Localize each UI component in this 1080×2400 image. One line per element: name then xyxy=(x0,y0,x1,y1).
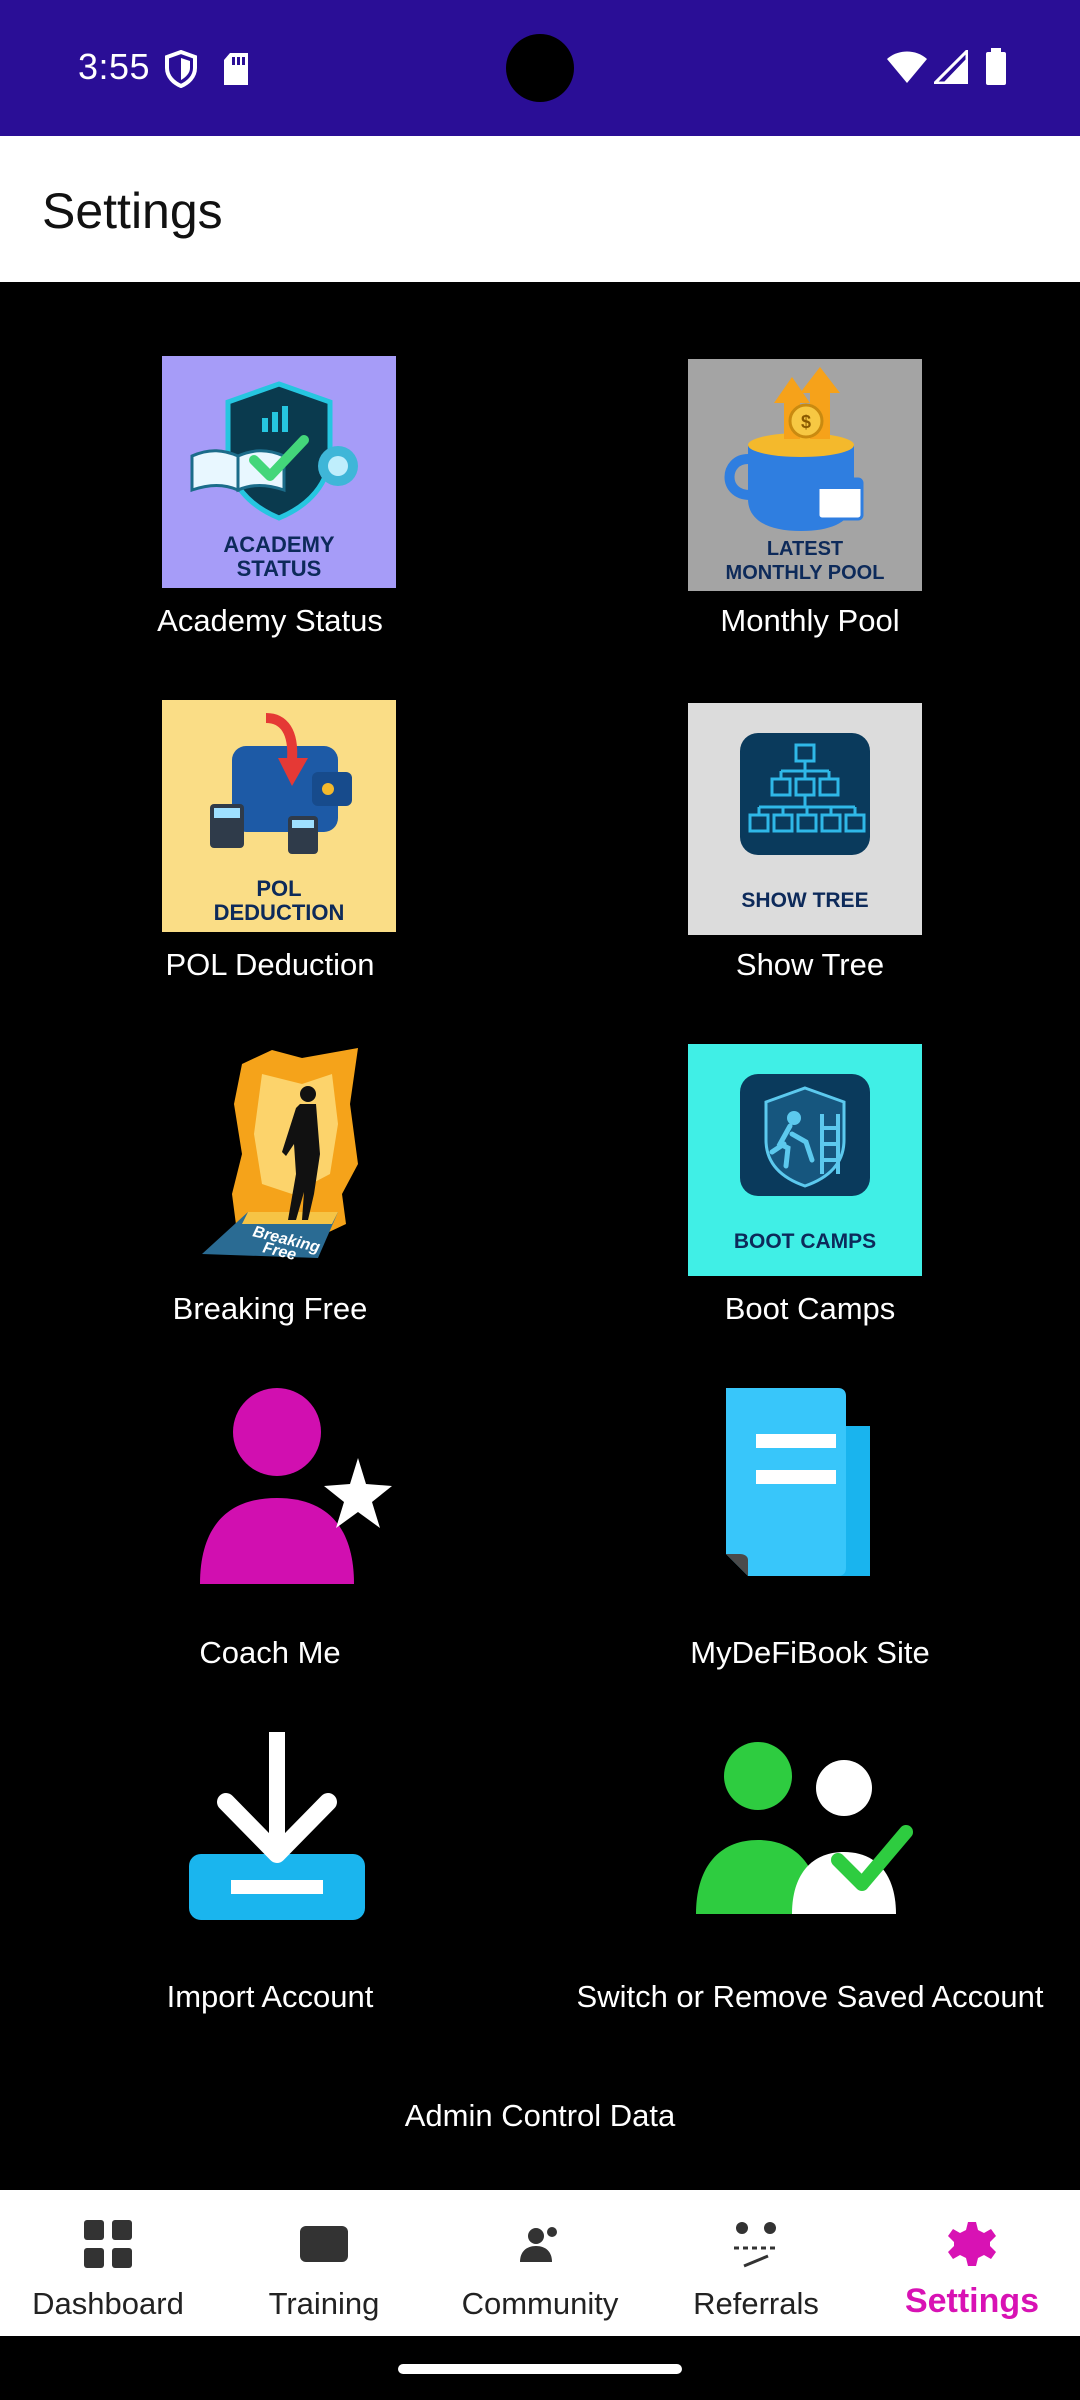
bottom-navigation: Dashboard Training Community Referrals S… xyxy=(0,2190,1080,2336)
nav-settings[interactable]: Settings xyxy=(864,2190,1080,2336)
tile-label: POL Deduction xyxy=(165,947,375,982)
tile-breaking-free[interactable]: Breaking Free Breaking Free xyxy=(0,1044,540,1388)
tile-import-account[interactable]: Import Account xyxy=(0,1732,540,2042)
tile-label: Boot Camps xyxy=(724,1291,896,1326)
breaking-free-image: Breaking Free xyxy=(162,1044,396,1276)
show-tree-image: SHOW TREE xyxy=(688,703,922,935)
tile-switch-account[interactable]: Switch or Remove Saved Account xyxy=(540,1732,1080,2042)
academy-image-text-2: STATUS xyxy=(237,556,322,581)
nav-label: Community xyxy=(461,2286,619,2321)
tile-label: Switch or Remove Saved Account xyxy=(576,1979,1044,2014)
signal-icon xyxy=(934,50,968,84)
monthly-pool-image: $ LATEST MONTHLY POOL xyxy=(688,359,922,591)
nav-referrals[interactable]: Referrals xyxy=(648,2190,864,2336)
tile-monthly-pool[interactable]: $ LATEST MONTHLY POOL Monthly Pool xyxy=(540,356,1080,700)
tile-boot-camps[interactable]: BOOT CAMPS Boot Camps xyxy=(540,1044,1080,1388)
tile-label: Coach Me xyxy=(199,1635,341,1670)
admin-control-data-link[interactable]: Admin Control Data xyxy=(0,2098,1080,2134)
tile-pol-deduction[interactable]: POL DEDUCTION POL Deduction xyxy=(0,700,540,1044)
boot-camps-image-text: BOOT CAMPS xyxy=(734,1230,876,1253)
switch-account-icon xyxy=(696,1742,913,1914)
camera-cutout xyxy=(506,34,574,102)
nav-dashboard[interactable]: Dashboard xyxy=(0,2190,216,2336)
coach-me-icon xyxy=(200,1388,392,1584)
monthly-pool-image-text-2: MONTHLY POOL xyxy=(726,562,885,584)
shield-icon xyxy=(165,50,197,88)
tile-show-tree[interactable]: SHOW TREE Show Tree xyxy=(540,700,1080,1044)
nav-community[interactable]: Community xyxy=(432,2190,648,2336)
dashboard-icon xyxy=(84,2220,132,2268)
tile-label: Breaking Free xyxy=(172,1291,368,1326)
tile-label: Monthly Pool xyxy=(720,603,900,638)
wifi-icon xyxy=(887,51,927,83)
academy-image-text-1: ACADEMY xyxy=(223,532,335,557)
settings-grid: ACADEMY STATUS Academy Status $ LATEST M… xyxy=(0,282,1080,2042)
nav-label: Referrals xyxy=(693,2286,819,2321)
tile-academy-status[interactable]: ACADEMY STATUS Academy Status xyxy=(0,356,540,700)
show-tree-image-text: SHOW TREE xyxy=(741,889,868,912)
tile-mydefibook-site[interactable]: MyDeFiBook Site xyxy=(540,1388,1080,1732)
page-title: Settings xyxy=(42,183,223,239)
nav-label: Dashboard xyxy=(32,2286,184,2321)
svg-text:$: $ xyxy=(801,412,811,432)
status-time: 3:55 xyxy=(78,46,151,87)
settings-icon xyxy=(948,2222,996,2266)
monthly-pool-image-text-1: LATEST xyxy=(767,538,843,560)
sd-card-icon xyxy=(224,53,248,85)
book-icon xyxy=(726,1388,870,1576)
tile-coach-me[interactable]: Coach Me xyxy=(0,1388,540,1732)
community-icon xyxy=(520,2227,557,2262)
battery-icon xyxy=(986,48,1006,85)
pol-image-text-1: POL xyxy=(256,876,301,901)
nav-label: Training xyxy=(268,2286,380,2321)
academy-status-image: ACADEMY STATUS xyxy=(162,356,396,588)
pol-deduction-image: POL DEDUCTION xyxy=(162,700,396,932)
tile-label: Show Tree xyxy=(735,947,885,982)
gesture-area xyxy=(0,2336,1080,2400)
home-gesture-bar[interactable] xyxy=(398,2364,682,2374)
nav-label: Settings xyxy=(904,2282,1040,2320)
referrals-icon xyxy=(734,2222,778,2268)
boot-camps-image: BOOT CAMPS xyxy=(688,1044,922,1276)
app-bar: Settings xyxy=(0,136,1080,282)
download-icon xyxy=(189,1732,365,1920)
tile-label: Import Account xyxy=(166,1979,374,2014)
training-icon xyxy=(300,2226,348,2262)
tile-label: Academy Status xyxy=(157,603,383,638)
status-bar: 3:55 xyxy=(0,0,1080,136)
tile-label: MyDeFiBook Site xyxy=(690,1635,930,1670)
pol-image-text-2: DEDUCTION xyxy=(214,900,345,925)
nav-training[interactable]: Training xyxy=(216,2190,432,2336)
